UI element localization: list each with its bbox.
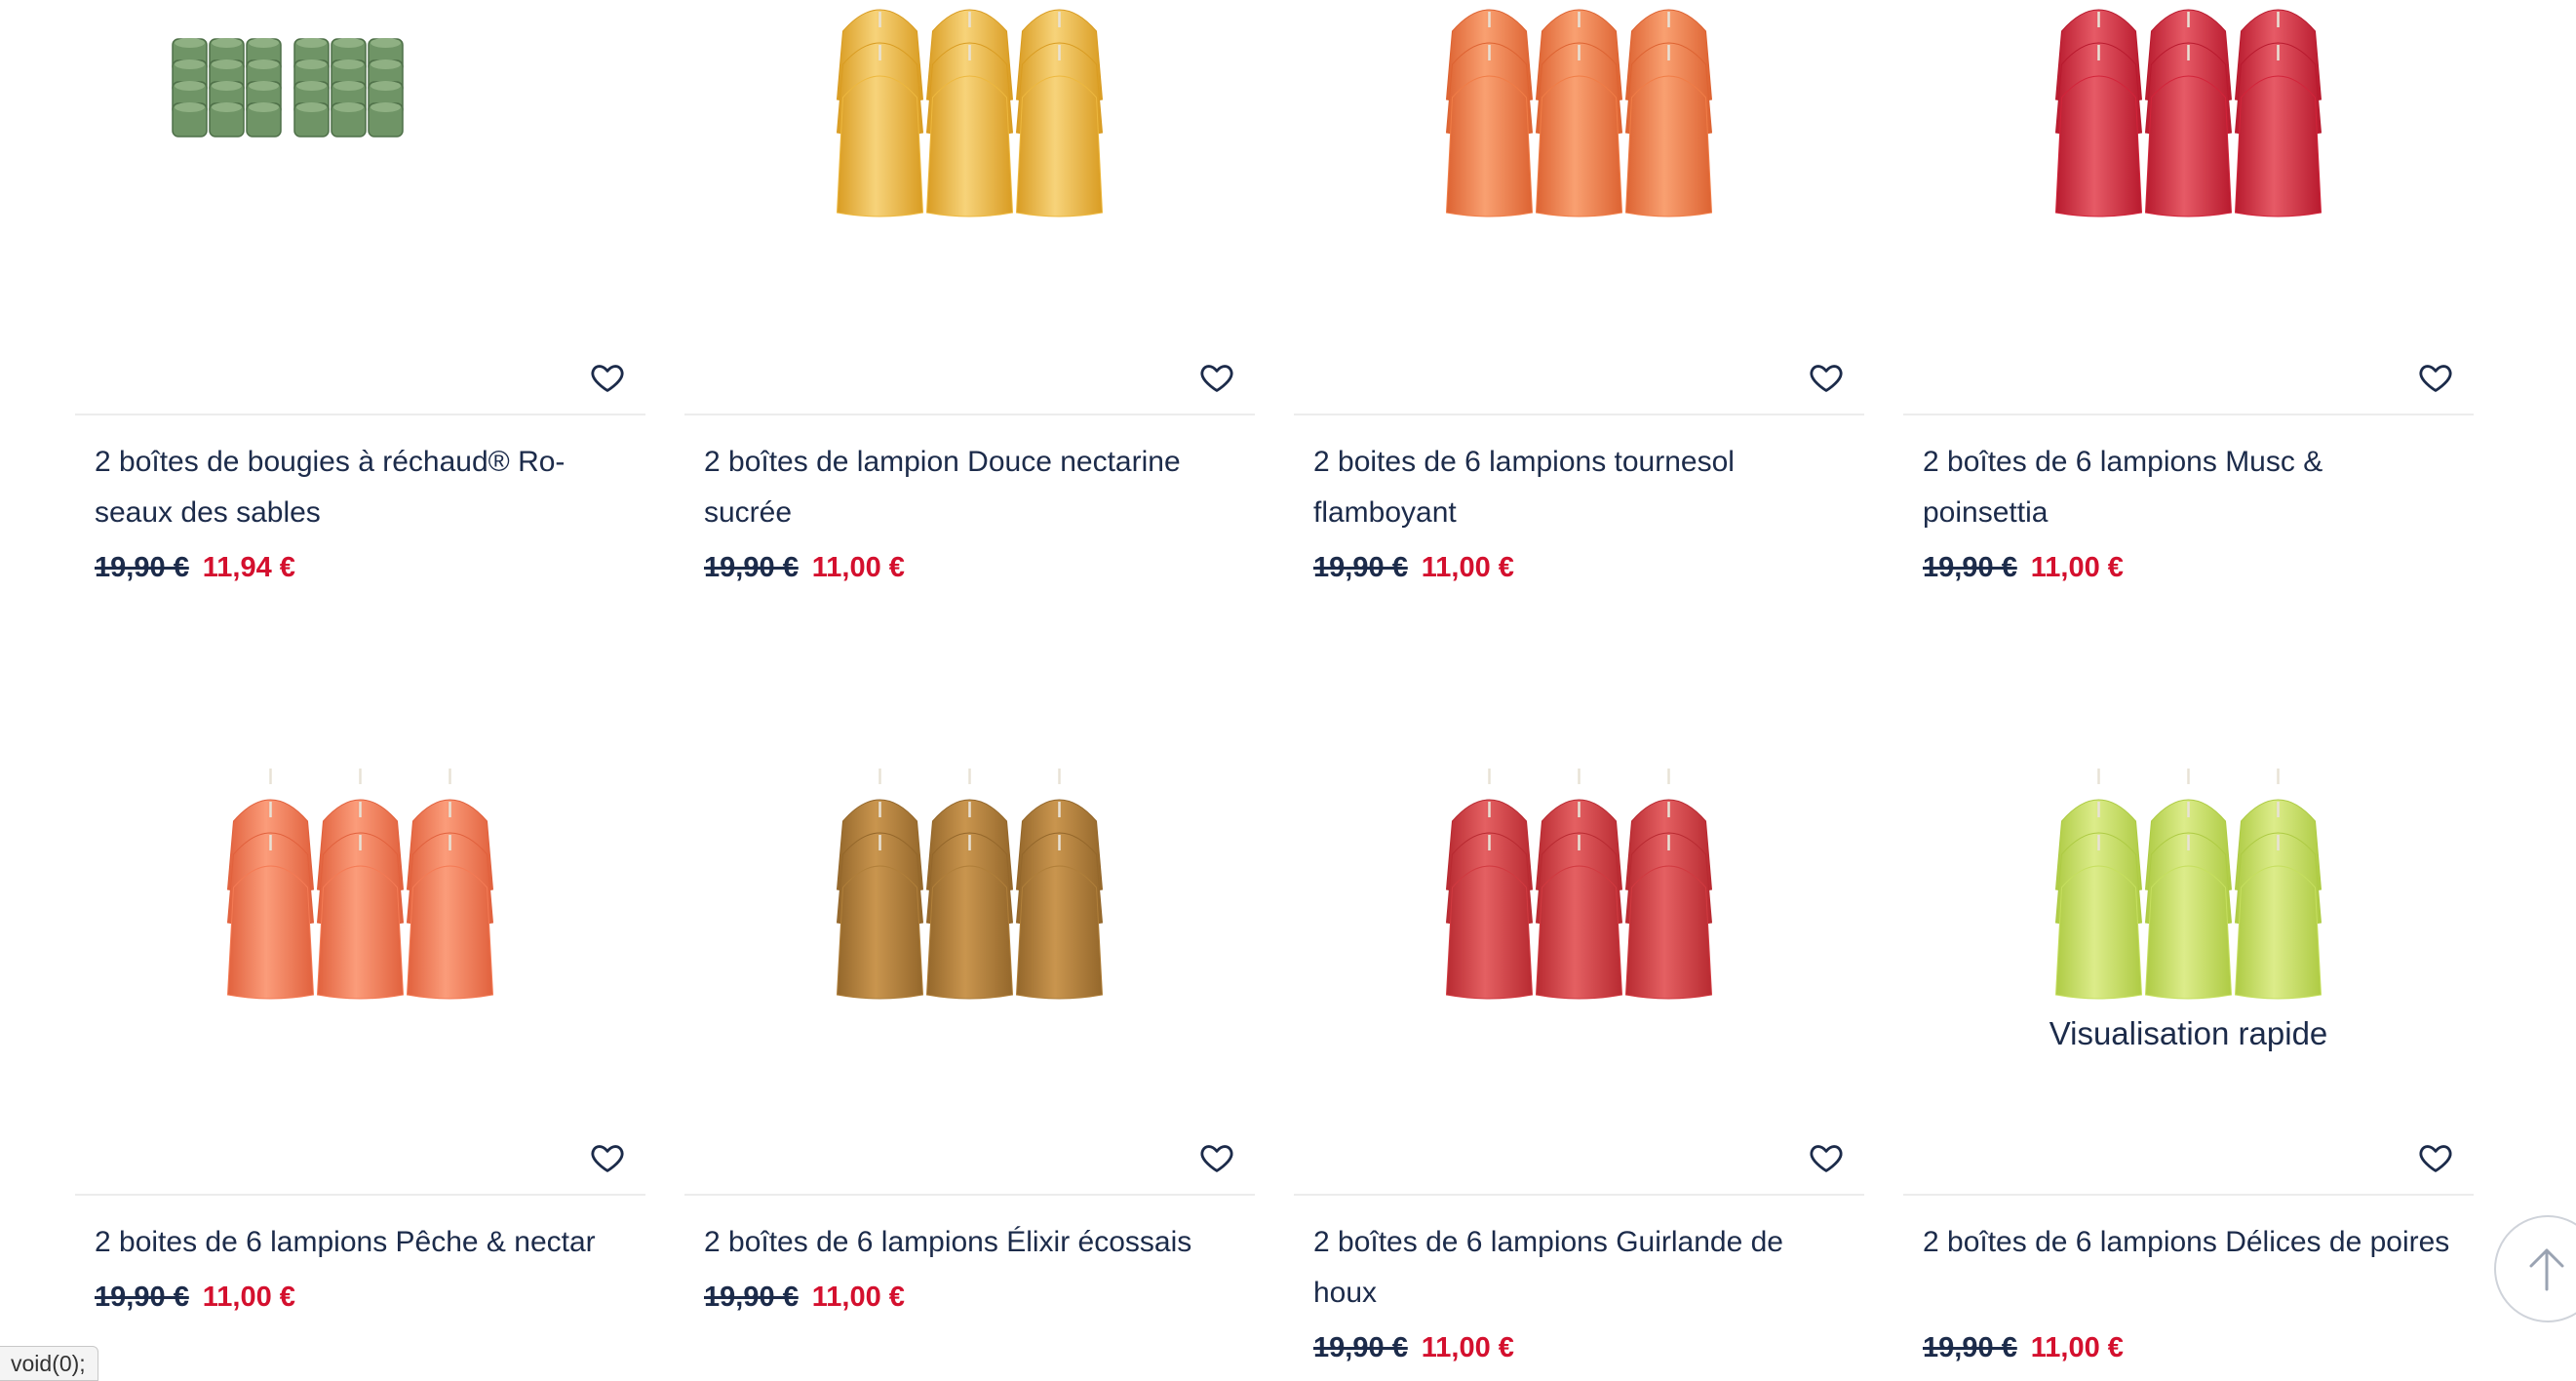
heart-icon[interactable] [1808,1139,1845,1176]
sale-price: 11,00 € [202,1282,295,1313]
heart-icon[interactable] [1198,1139,1235,1176]
sale-price: 11,00 € [1421,552,1514,583]
old-price: 19,90 € [95,552,189,583]
arrow-up-icon [2529,1248,2564,1291]
divider [684,1194,1255,1196]
product-image[interactable] [75,0,645,293]
old-price: 19,90 € [95,1282,189,1313]
sale-price: 11,00 € [2030,552,2124,583]
divider [1903,414,2474,415]
product-title[interactable]: 2 boites de 6 lampions tournesol flamboy… [1313,437,1845,538]
product-image[interactable] [1903,0,2474,293]
yellow-votives-icon [836,9,1104,217]
product-prices: 19,90 € 11,00 € [704,552,905,584]
divider [1903,1194,2474,1196]
product-title[interactable]: 2 boîtes de bougies à réchaud® Ro-seaux … [95,437,626,538]
product-image[interactable] [684,0,1255,293]
product-title[interactable]: 2 boîtes de lampion Douce nectarine sucr… [704,437,1235,538]
old-price: 19,90 € [1313,1332,1408,1363]
old-price: 19,90 € [704,1282,799,1313]
product-image[interactable] [1294,0,1864,293]
product-prices: 19,90 € 11,00 € [1923,1332,2124,1364]
old-price: 19,90 € [1923,1332,2017,1363]
product-prices: 19,90 € 11,00 € [95,1282,295,1314]
quick-view-link[interactable]: Visualisation rapide [1903,1015,2474,1052]
red-votives-icon [2054,9,2322,217]
heart-icon[interactable] [589,359,626,396]
product-prices: 19,90 € 11,00 € [1313,1332,1514,1364]
old-price: 19,90 € [1313,552,1408,583]
sale-price: 11,94 € [202,552,295,583]
sale-price: 11,00 € [811,552,905,583]
heart-icon[interactable] [1198,359,1235,396]
sale-price: 11,00 € [811,1282,905,1313]
product-title[interactable]: 2 boîtes de 6 lampions Délices de poires [1923,1217,2454,1268]
product-title[interactable]: 2 boîtes de 6 lampions Guirlande de houx [1313,1217,1845,1319]
browser-status-bar: void(0); [0,1346,98,1381]
peach-votives-icon [226,769,494,1000]
heart-icon[interactable] [2417,1139,2454,1176]
brown-votives-icon [836,769,1104,1000]
product-image[interactable] [75,702,645,1073]
orange-votives-icon [1445,9,1713,217]
product-image[interactable] [684,702,1255,1073]
divider [75,1194,645,1196]
product-title[interactable]: 2 boîtes de 6 lampions Musc & poinsettia [1923,437,2454,538]
heart-icon[interactable] [1808,359,1845,396]
divider [75,414,645,415]
product-prices: 19,90 € 11,00 € [1313,552,1514,584]
product-title[interactable]: 2 boîtes de 6 lampions Élixir écossais [704,1217,1235,1268]
old-price: 19,90 € [704,552,799,583]
old-price: 19,90 € [1923,552,2017,583]
product-prices: 19,90 € 11,00 € [1923,552,2124,584]
sale-price: 11,00 € [2030,1332,2124,1363]
heart-icon[interactable] [2417,359,2454,396]
divider [1294,1194,1864,1196]
sale-price: 11,00 € [1421,1332,1514,1363]
product-prices: 19,90 € 11,94 € [95,552,295,584]
crimson-votives-icon [1445,769,1713,1000]
product-image[interactable] [1294,702,1864,1073]
green-tealights-icon [172,38,404,138]
scroll-to-top-button[interactable] [2494,1215,2576,1322]
heart-icon[interactable] [589,1139,626,1176]
divider [684,414,1255,415]
product-prices: 19,90 € 11,00 € [704,1282,905,1314]
divider [1294,414,1864,415]
product-title[interactable]: 2 boites de 6 lampions Pêche & nectar [95,1217,626,1268]
